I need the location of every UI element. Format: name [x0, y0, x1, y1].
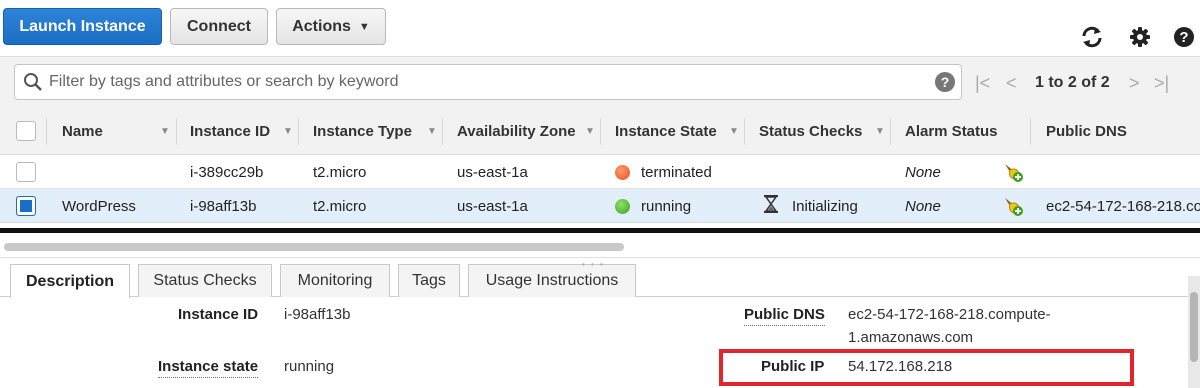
search-box: ? — [14, 64, 962, 100]
column-divider — [298, 118, 299, 145]
table-row[interactable]: i-389cc29b t2.micro us-east-1a terminate… — [0, 155, 1200, 189]
instance-id-label: Instance ID — [178, 306, 259, 323]
hourglass-icon — [764, 195, 778, 217]
connect-button[interactable]: Connect — [170, 8, 268, 45]
toolbar: Launch Instance Connect Actions ▼ ? — [0, 0, 1200, 56]
column-header-label: Public DNS — [1046, 123, 1127, 140]
cell-public-dns: ec2-54-172-168-218.co — [1046, 197, 1200, 215]
column-header-label: Availability Zone — [457, 123, 576, 140]
cell-availability-zone: us-east-1a — [457, 197, 528, 215]
scrollbar-thumb[interactable] — [4, 243, 624, 251]
table-header: Name ▼ Instance ID ▼ Instance Type ▼ Ava… — [0, 108, 1200, 155]
cell-availability-zone: us-east-1a — [457, 163, 528, 181]
state-label: running — [641, 197, 692, 215]
column-divider — [442, 118, 443, 145]
row-checkbox[interactable] — [16, 162, 36, 182]
add-alarm-icon[interactable] — [1002, 189, 1024, 223]
column-header-instance-state[interactable]: Instance State — [615, 108, 717, 155]
vertical-scrollbar[interactable] — [1188, 276, 1200, 388]
column-divider — [46, 118, 47, 145]
cell-alarm-status: None — [905, 163, 941, 181]
search-help-icon[interactable]: ? — [935, 72, 955, 92]
column-header-label: Status Checks — [759, 123, 863, 140]
column-divider — [1030, 118, 1031, 145]
cell-instance-id: i-98aff13b — [190, 197, 257, 215]
tab-status-checks[interactable]: Status Checks — [138, 264, 272, 297]
instance-id-value: i-98aff13b — [284, 306, 351, 323]
first-page-button[interactable]: |< — [975, 57, 990, 109]
prev-page-button[interactable]: < — [1006, 57, 1017, 109]
last-page-button[interactable]: >| — [1154, 57, 1169, 109]
cell-instance-type: t2.micro — [313, 197, 367, 215]
filter-bar: ? |< < 1 to 2 of 2 > >| — [0, 56, 1200, 108]
tab-usage-instructions[interactable]: Usage Instructions — [468, 264, 636, 297]
column-header-label: Name — [62, 123, 103, 140]
cell-instance-state: running — [615, 189, 691, 223]
column-header-status-checks[interactable]: Status Checks — [759, 108, 862, 155]
state-terminated-icon — [615, 164, 630, 180]
column-header-alarm-status[interactable]: Alarm Status — [905, 108, 998, 155]
tab-tags[interactable]: Tags — [398, 264, 460, 297]
svg-text:?: ? — [1179, 29, 1188, 46]
horizontal-scrollbar[interactable] — [0, 233, 1200, 258]
table-row[interactable]: WordPress i-98aff13b t2.micro us-east-1a… — [0, 189, 1200, 223]
public-dns-value-line: 1.amazonaws.com — [848, 329, 974, 346]
column-header-label: Instance ID — [190, 123, 271, 140]
cell-name: WordPress — [62, 197, 136, 215]
public-ip-highlight — [719, 349, 1134, 386]
state-running-icon — [615, 198, 630, 214]
add-alarm-icon[interactable] — [1002, 155, 1024, 189]
column-header-label: Alarm Status — [905, 123, 998, 140]
column-divider — [600, 118, 601, 145]
public-dns-value-line: ec2-54-172-168-218.compute- — [848, 306, 1051, 323]
cell-instance-state: terminated — [615, 155, 712, 189]
instance-state-value: running — [284, 358, 335, 375]
row-checkbox[interactable] — [16, 196, 36, 216]
column-header-public-dns[interactable]: Public DNS — [1046, 108, 1127, 155]
column-divider — [176, 118, 177, 145]
column-header-name[interactable]: Name — [62, 108, 103, 155]
help-icon[interactable]: ? — [1172, 25, 1196, 49]
cell-instance-type: t2.micro — [313, 163, 367, 181]
chevron-down-icon: ▼ — [358, 20, 370, 33]
public-dns-value: ec2-54-172-168-218.compute- 1.amazonaws.… — [848, 303, 1051, 349]
column-divider — [744, 118, 745, 145]
launch-instance-button[interactable]: Launch Instance — [3, 8, 162, 45]
pagination-text: 1 to 2 of 2 — [1035, 74, 1110, 91]
column-divider — [890, 118, 891, 145]
tab-description[interactable]: Description — [10, 264, 130, 298]
search-input[interactable] — [49, 68, 919, 96]
scrollbar-thumb[interactable] — [1190, 292, 1198, 362]
column-header-label: Instance Type — [313, 123, 412, 140]
status-label: Initializing — [792, 197, 858, 215]
select-all-checkbox[interactable] — [16, 121, 36, 141]
public-dns-label: Public DNS — [744, 306, 825, 326]
instance-state-label: Instance state — [158, 358, 259, 378]
state-label: terminated — [641, 163, 712, 181]
refresh-icon[interactable] — [1080, 25, 1104, 49]
next-page-button[interactable]: > — [1129, 57, 1140, 109]
cell-instance-id: i-389cc29b — [190, 163, 264, 181]
tab-monitoring[interactable]: Monitoring — [280, 264, 390, 297]
search-icon — [23, 72, 43, 97]
actions-label: Actions — [292, 17, 351, 35]
column-header-instance-id[interactable]: Instance ID — [190, 108, 270, 155]
resize-grip-icon[interactable]: • • • — [582, 260, 605, 269]
cell-status-checks: Initializing — [764, 189, 858, 223]
column-header-availability-zone[interactable]: Availability Zone — [457, 108, 576, 155]
actions-button[interactable]: Actions ▼ — [276, 8, 386, 45]
gear-icon[interactable] — [1128, 25, 1152, 49]
cell-alarm-status: None — [905, 197, 941, 215]
column-header-label: Instance State — [615, 123, 717, 140]
column-header-instance-type[interactable]: Instance Type — [313, 108, 412, 155]
